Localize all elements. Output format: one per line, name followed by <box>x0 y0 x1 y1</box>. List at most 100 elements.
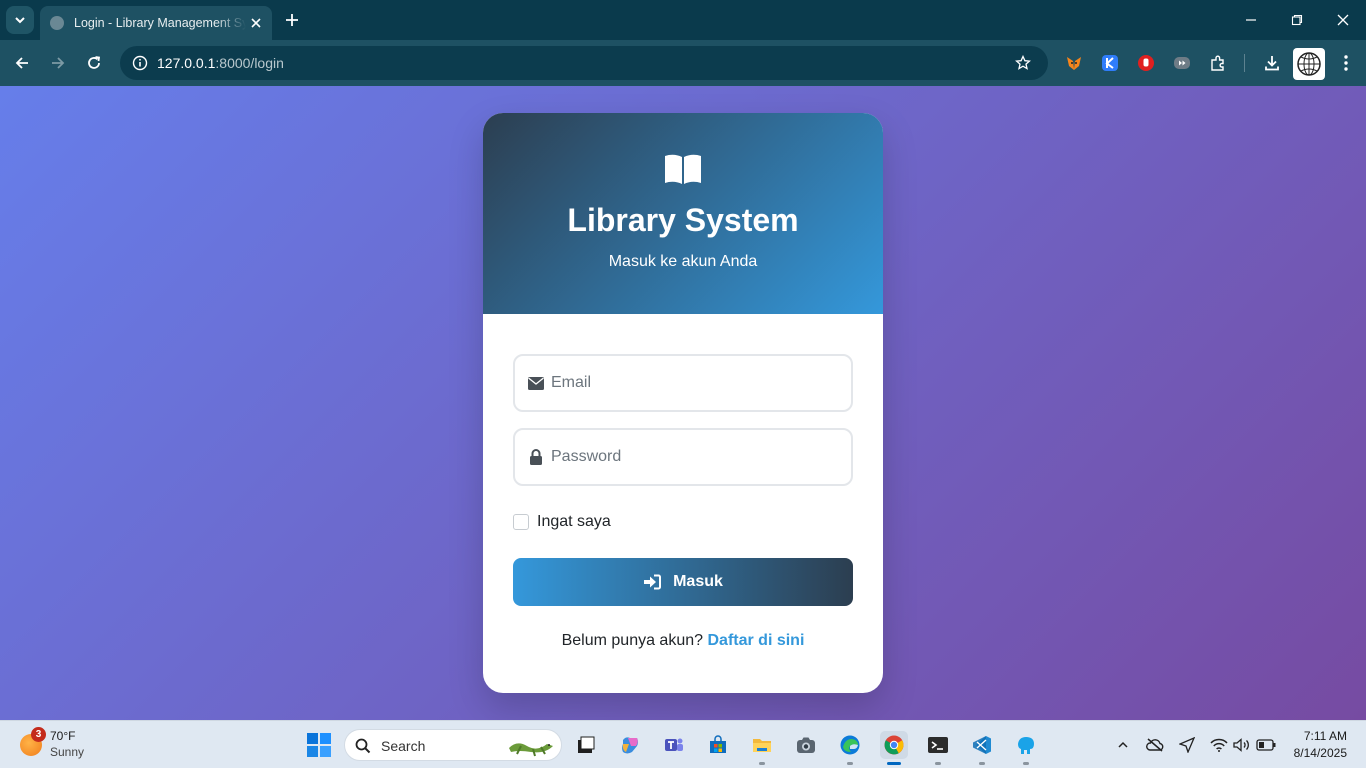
register-link[interactable]: Daftar di sini <box>707 632 804 649</box>
tray-wifi[interactable] <box>1209 735 1229 755</box>
taskbar-app-blue[interactable] <box>1012 731 1040 765</box>
taskbar-file-explorer[interactable] <box>748 731 776 765</box>
volume-icon <box>1233 738 1249 752</box>
url-host: 127.0.0.1 <box>157 55 216 71</box>
plus-icon <box>286 14 298 26</box>
email-input[interactable] <box>551 356 847 410</box>
tray-location[interactable] <box>1177 735 1197 755</box>
password-field[interactable] <box>513 428 853 486</box>
stop-hand-extension-icon[interactable] <box>1135 52 1157 74</box>
taskbar-edge[interactable] <box>836 731 864 765</box>
tab-search-button[interactable] <box>6 6 34 34</box>
taskbar-vscode[interactable] <box>968 731 996 765</box>
email-field[interactable] <box>513 354 853 412</box>
profile-avatar[interactable] <box>1293 48 1325 80</box>
running-indicator <box>759 762 765 765</box>
close-tab-icon[interactable] <box>248 15 264 31</box>
clock-date: 8/14/2025 <box>1293 746 1347 760</box>
running-indicator <box>935 762 941 765</box>
toolbar-divider <box>1244 54 1245 72</box>
globe-icon <box>50 16 64 30</box>
running-indicator <box>847 762 853 765</box>
store-icon <box>710 735 726 753</box>
running-indicator <box>1023 762 1029 765</box>
page-subtitle: Masuk ke akun Anda <box>608 253 758 270</box>
tray-volume[interactable] <box>1232 735 1252 755</box>
address-bar[interactable]: 127.0.0.1:8000/login <box>120 46 1048 80</box>
metamask-extension-icon[interactable] <box>1063 52 1085 74</box>
browser-tabbar: Login - Library Management System <box>0 0 1366 40</box>
downloads-icon[interactable] <box>1261 52 1283 74</box>
k-extension-icon[interactable] <box>1099 52 1121 74</box>
page-title: Library System <box>567 202 799 238</box>
taskbar-copilot[interactable] <box>616 731 644 759</box>
weather-condition: Sunny <box>50 745 85 759</box>
page-viewport: Library System Masuk ke akun Anda Ingat … <box>0 86 1366 720</box>
taskbar-store[interactable] <box>704 731 732 759</box>
taskbar-terminal[interactable] <box>924 731 952 765</box>
back-button[interactable] <box>10 51 34 75</box>
envelope-icon <box>527 375 545 391</box>
register-prompt: Belum punya akun? Daftar di sini <box>483 632 883 650</box>
extensions-puzzle-icon[interactable] <box>1207 52 1229 74</box>
task-view-icon <box>578 736 595 753</box>
chevron-up-icon <box>1118 741 1128 748</box>
tab-title: Login - Library Management System <box>74 16 246 30</box>
taskbar-teams[interactable] <box>660 731 688 759</box>
video-speed-extension-icon[interactable] <box>1171 52 1193 74</box>
sign-in-icon <box>643 574 662 590</box>
battery-icon <box>1256 739 1276 751</box>
minimize-icon <box>1246 19 1256 21</box>
restore-button[interactable] <box>1285 8 1309 32</box>
reload-button[interactable] <box>82 51 106 75</box>
elephant-app-icon <box>1018 737 1034 754</box>
taskbar-camera[interactable] <box>792 731 820 759</box>
folder-icon <box>753 739 771 752</box>
edge-icon <box>840 735 860 755</box>
login-button[interactable]: Masuk <box>513 558 853 606</box>
vscode-icon <box>973 736 991 754</box>
password-input[interactable] <box>551 430 847 484</box>
search-highlight-lizard-icon <box>509 743 553 757</box>
minimize-button[interactable] <box>1239 8 1263 32</box>
lock-icon <box>527 449 545 465</box>
taskbar-chrome[interactable] <box>880 731 908 765</box>
search-icon <box>355 738 371 754</box>
register-prompt-text: Belum punya akun? <box>561 632 704 649</box>
wifi-icon <box>1210 738 1228 752</box>
weather-badge: 3 <box>31 727 46 742</box>
location-arrow-icon <box>1179 737 1195 753</box>
close-icon <box>1337 14 1349 26</box>
browser-tab[interactable]: Login - Library Management System <box>40 6 272 40</box>
more-vertical-icon <box>1344 55 1348 71</box>
windows-start-icon[interactable] <box>307 733 331 757</box>
browser-toolbar: 127.0.0.1:8000/login <box>0 40 1366 86</box>
tray-overflow-chevron[interactable] <box>1113 735 1133 755</box>
url-text[interactable]: 127.0.0.1:8000/login <box>157 55 284 71</box>
copilot-icon <box>622 737 638 754</box>
site-info-icon[interactable] <box>128 51 152 75</box>
new-tab-button[interactable] <box>282 10 302 30</box>
reload-icon <box>88 56 101 69</box>
browser-menu-button[interactable] <box>1335 52 1357 74</box>
close-window-button[interactable] <box>1331 8 1355 32</box>
chrome-icon <box>884 735 904 755</box>
remember-me-checkbox[interactable] <box>513 514 529 530</box>
taskbar: 3 70°F Sunny Search 7:11 AM 8/14/2025 <box>0 720 1366 768</box>
taskbar-task-view[interactable] <box>572 731 600 759</box>
arrow-right-icon <box>52 57 65 69</box>
remember-me-label[interactable]: Ingat saya <box>537 513 611 531</box>
login-card-header: Library System Masuk ke akun Anda <box>483 113 883 314</box>
url-path: :8000/login <box>215 55 284 71</box>
bookmark-star-icon[interactable] <box>1012 52 1034 74</box>
weather-temperature: 70°F <box>50 729 76 743</box>
cloud-off-icon <box>1146 738 1164 752</box>
camera-icon <box>797 737 815 753</box>
tray-battery[interactable] <box>1256 735 1276 755</box>
running-indicator <box>979 762 985 765</box>
clock-time: 7:11 AM <box>1303 729 1347 743</box>
taskbar-search[interactable]: Search <box>344 729 562 761</box>
chevron-down-icon <box>15 17 25 24</box>
forward-button[interactable] <box>46 51 70 75</box>
tray-cloud-offline[interactable] <box>1145 735 1165 755</box>
